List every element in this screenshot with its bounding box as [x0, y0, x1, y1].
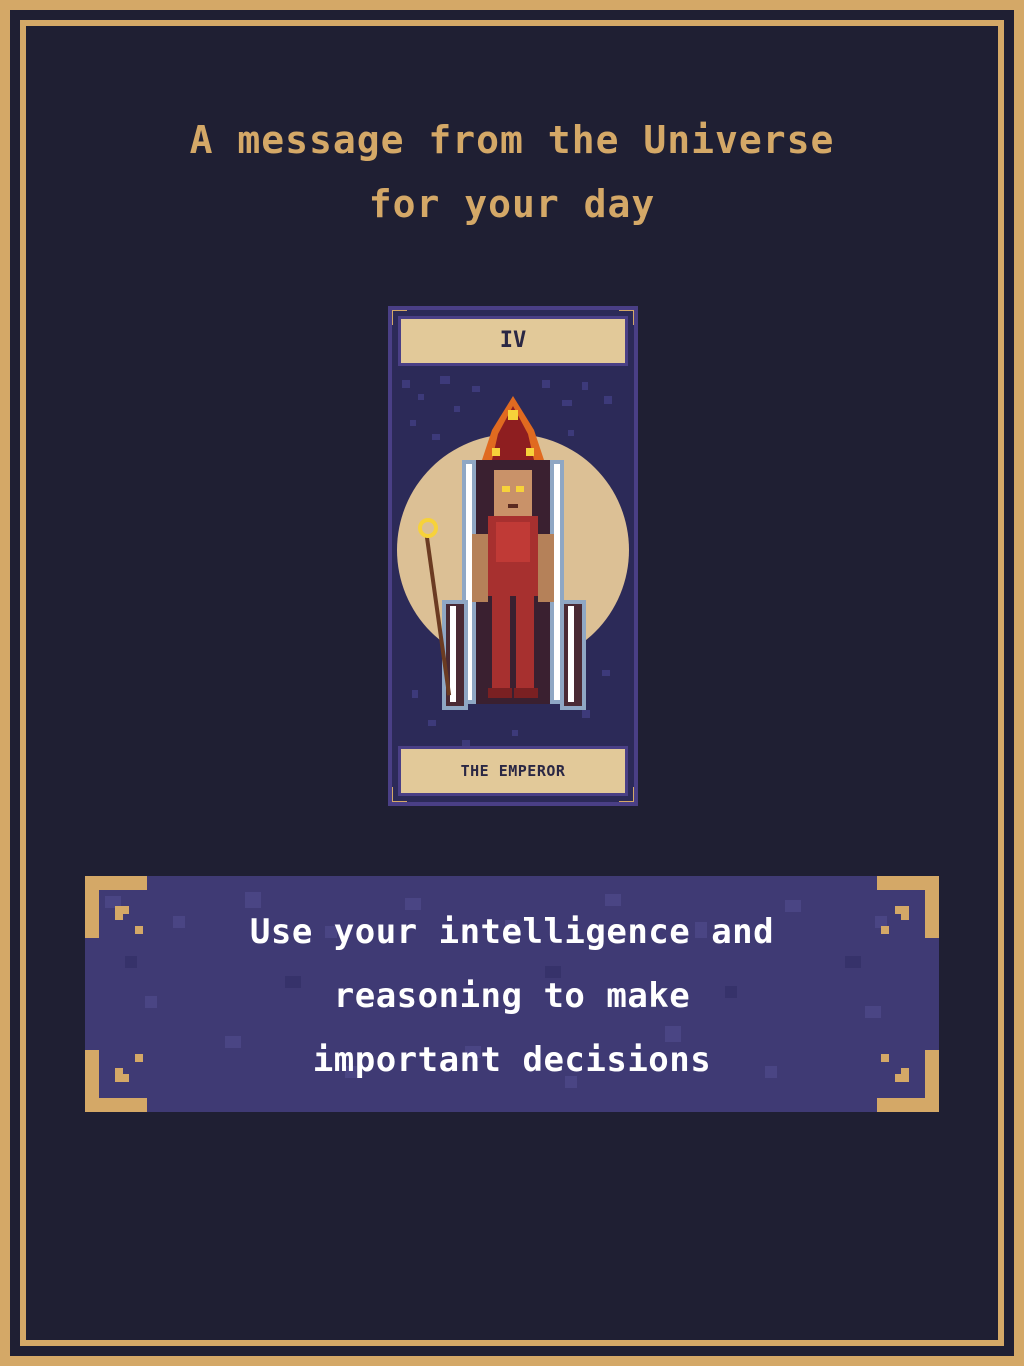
message-line-2: reasoning to make	[333, 976, 691, 1016]
card-corner-decoration	[619, 310, 634, 325]
headline-line-1: A message from the Universe	[189, 118, 835, 162]
banner-corner-ornament	[877, 876, 939, 938]
message-banner: Use your intelligence and reasoning to m…	[85, 876, 939, 1112]
card-corner-decoration	[392, 787, 407, 802]
card-corner-decoration	[392, 310, 407, 325]
card-numeral: IV	[398, 316, 628, 366]
message-line-1: Use your intelligence and	[249, 912, 775, 952]
tarot-card[interactable]: IV THE EMPEROR	[388, 306, 638, 806]
daily-message: Use your intelligence and reasoning to m…	[235, 900, 789, 1092]
banner-corner-ornament	[85, 1050, 147, 1112]
headline: A message from the Universe for your day	[0, 108, 1024, 236]
emperor-card-illustration	[397, 376, 629, 746]
card-name: THE EMPEROR	[398, 746, 628, 796]
card-corner-decoration	[619, 787, 634, 802]
banner-corner-ornament	[85, 876, 147, 938]
headline-line-2: for your day	[368, 182, 656, 226]
message-line-3: important decisions	[312, 1040, 712, 1080]
banner-corner-ornament	[877, 1050, 939, 1112]
